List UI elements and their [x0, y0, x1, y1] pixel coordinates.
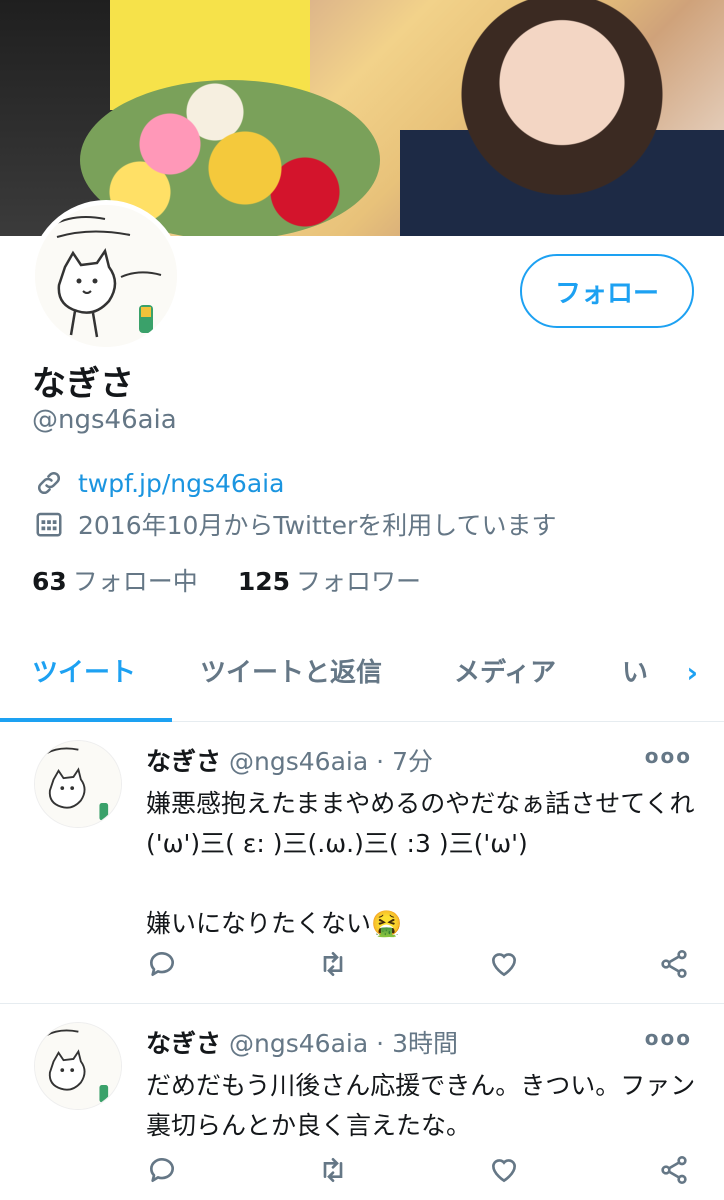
tab-likes[interactable]: い	[622, 652, 648, 689]
profile-joined-date: 2016年10月からTwitterを利用しています	[78, 511, 557, 540]
tweet-time[interactable]: 7分	[392, 742, 433, 778]
follow-button[interactable]: フォロー	[520, 254, 694, 328]
tweet-avatar[interactable]	[34, 1022, 122, 1110]
banner-person	[400, 0, 724, 236]
profile-stats: 63 フォロー中 125 フォロワー	[32, 562, 421, 598]
profile-website-link[interactable]: twpf.jp/ngs46aia	[78, 469, 284, 498]
tweet-time[interactable]: 3時間	[392, 1024, 458, 1060]
tab-tweets-replies[interactable]: ツイートと返信	[200, 652, 382, 689]
avatar-cat-drawing	[35, 205, 177, 347]
tab-tweets[interactable]: ツイート	[32, 652, 136, 689]
following-count: 63	[32, 567, 67, 596]
chevron-right-icon[interactable]: ›	[686, 656, 698, 689]
tweet-text: だめだもう川後さん応援できん。きつい。ファン裏切らんとか良く言えたな。	[146, 1071, 696, 1140]
tweet-text: 嫌悪感抱えたままやめるのやだなぁ話させてくれ('ω')三( ε: )三(.ω.)…	[146, 789, 695, 938]
tweet-actions	[146, 948, 706, 988]
share-icon[interactable]	[658, 1154, 694, 1190]
profile-link-row: twpf.jp/ngs46aia	[32, 466, 284, 500]
profile-avatar[interactable]	[30, 200, 182, 352]
followers-stat[interactable]: 125 フォロワー	[238, 562, 421, 598]
tweet-separator: ·	[376, 1029, 385, 1058]
tweet-header: なぎさ @ngs46aia · 7分	[146, 742, 433, 778]
tweet-header: なぎさ @ngs46aia · 3時間	[146, 1024, 458, 1060]
more-icon[interactable]: ooo	[645, 744, 692, 768]
followers-label: フォロワー	[296, 567, 422, 596]
profile-name: なぎさ	[32, 364, 134, 404]
retweet-icon[interactable]	[316, 948, 352, 984]
tweet-author-handle: @ngs46aia	[229, 747, 369, 776]
link-icon	[32, 466, 66, 500]
like-icon[interactable]	[488, 948, 524, 984]
tab-media[interactable]: メディア	[454, 652, 556, 689]
reply-icon[interactable]	[146, 948, 182, 984]
tweet-author-handle: @ngs46aia	[229, 1029, 369, 1058]
calendar-icon	[32, 507, 66, 541]
following-label: フォロー中	[72, 567, 198, 596]
tweet-author-name: なぎさ	[146, 1029, 222, 1058]
profile-handle: @ngs46aia	[32, 405, 177, 435]
more-icon[interactable]: ooo	[645, 1026, 692, 1050]
following-stat[interactable]: 63 フォロー中	[32, 562, 198, 598]
followers-count: 125	[237, 567, 290, 596]
tweet-separator: ·	[376, 747, 385, 776]
reply-icon[interactable]	[146, 1154, 182, 1190]
tweet-author-name: なぎさ	[146, 747, 222, 776]
tweet-actions	[146, 1154, 706, 1194]
share-icon[interactable]	[658, 948, 694, 984]
tweet[interactable]: なぎさ @ngs46aia · 3時間 ooo だめだもう川後さん応援できん。き…	[0, 1004, 724, 1200]
tweet[interactable]: なぎさ @ngs46aia · 7分 ooo 嫌悪感抱えたままやめるのやだなぁ話…	[0, 722, 724, 1004]
profile-tabs: ツイート ツイートと返信 メディア い ›	[0, 630, 724, 722]
tweet-avatar[interactable]	[34, 740, 122, 828]
profile-joined-row: 2016年10月からTwitterを利用しています	[32, 506, 556, 542]
like-icon[interactable]	[488, 1154, 524, 1190]
retweet-icon[interactable]	[316, 1154, 352, 1190]
